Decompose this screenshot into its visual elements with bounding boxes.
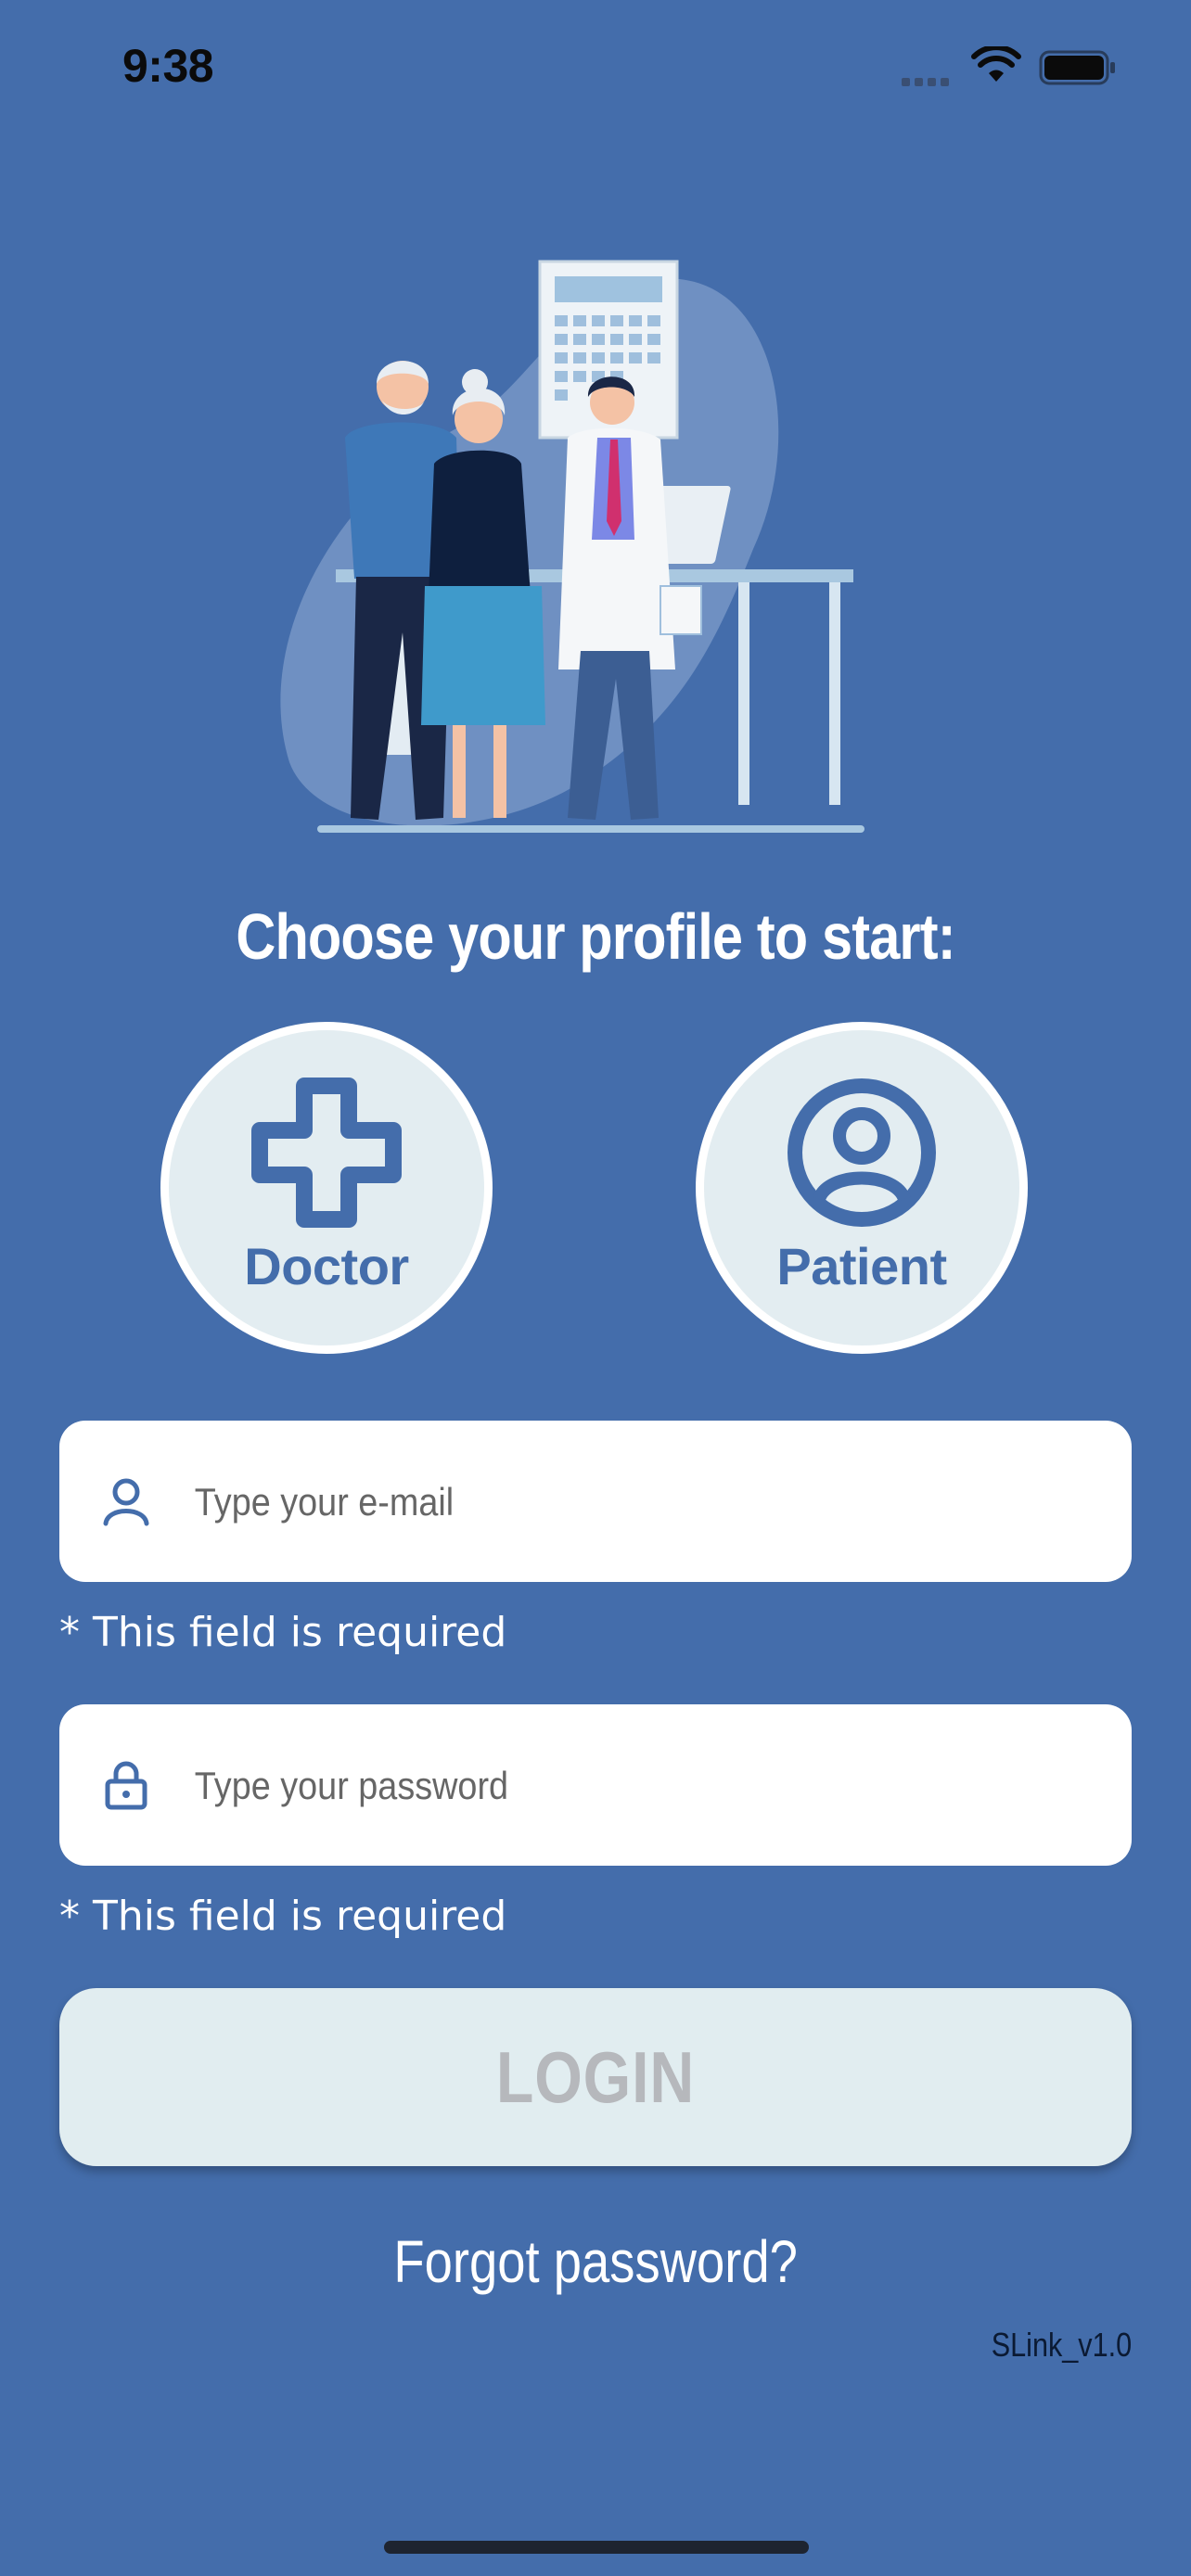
email-input[interactable] [193,1421,1015,1584]
password-field-container[interactable] [59,1704,1132,1868]
wifi-icon [971,46,1021,82]
profile-headline: Choose your profile to start: [236,900,955,973]
status-time: 9:38 [122,40,214,92]
user-circle-icon [788,1078,936,1227]
email-field-container[interactable] [59,1421,1132,1584]
forgot-password-link[interactable]: Forgot password? [393,2227,797,2296]
login-label: LOGIN [495,2035,696,2118]
patient-label: Patient [776,1237,947,1295]
version-label: SLink_v1.0 [991,2326,1132,2364]
battery-icon [1039,50,1115,85]
version-container: SLink_v1.0 [967,2326,1132,2365]
medical-cross-icon [251,1078,402,1228]
forgot-password-container: Forgot password? [0,2227,1191,2296]
patient-profile-button[interactable]: Patient [696,1022,1028,1354]
user-icon [103,1478,149,1526]
email-required-message: * This field is required [59,1609,507,1656]
password-required-message: * This field is required [59,1893,507,1940]
login-button[interactable]: LOGIN [59,1988,1132,2166]
cellular-signal-icon [902,74,954,91]
doctor-patients-illustration [280,260,864,833]
lock-icon [105,1761,147,1810]
password-input[interactable] [193,1704,1015,1868]
doctor-label: Doctor [244,1237,409,1295]
doctor-profile-button[interactable]: Doctor [160,1022,493,1354]
status-bar: 9:38 [0,0,1191,130]
home-indicator[interactable] [384,2541,809,2554]
